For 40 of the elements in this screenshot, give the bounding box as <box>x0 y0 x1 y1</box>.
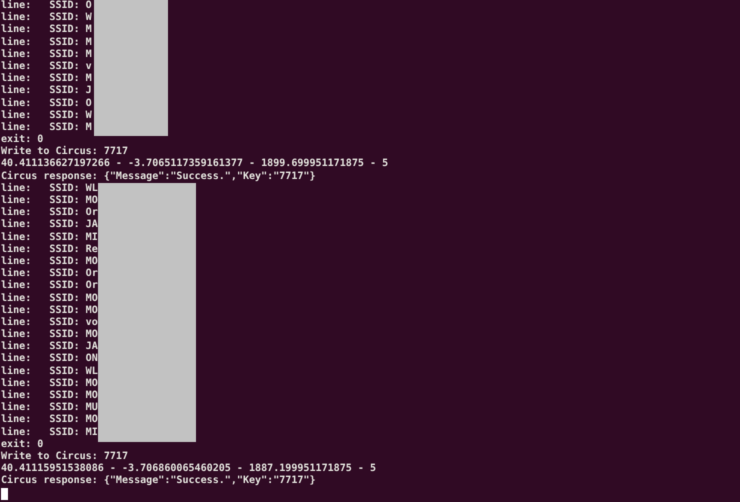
terminal-line: line: SSID: MO <box>1 195 99 206</box>
terminal-line: line: SSID: JA <box>1 341 99 352</box>
terminal-line: line: SSID: MO <box>1 304 99 316</box>
terminal-line: line: SSID: W <box>1 12 93 24</box>
terminal-line: line: SSID: Or <box>1 268 99 280</box>
terminal-line: line: SSID: ON <box>1 353 99 366</box>
terminal-line: line: SSID: MO <box>1 256 99 268</box>
terminal-line: line: SSID: WL <box>1 366 99 378</box>
terminal-line: 40.411136627197266 - -3.7065117359161377 - 1899.699951171875 - 5 <box>1 158 390 170</box>
terminal-line: Write to Circus: 7717 <box>1 146 130 158</box>
terminal-line: Circus response: {"Message":"Success.","Key":"7717"} <box>1 170 317 182</box>
terminal-line: line: SSID: v <box>1 60 93 72</box>
terminal-line: 40.41115951538086 - -3.706860065460205 - 1887.199951171875 - 5 <box>1 463 378 474</box>
terminal-line: line: SSID: O <box>1 98 93 110</box>
terminal-line: line: SSID: M <box>1 122 93 134</box>
terminal-line: line: SSID: MO <box>1 378 99 390</box>
terminal-line: line: SSID: WL <box>1 182 99 194</box>
terminal-line: line: SSID: JA <box>1 219 99 232</box>
terminal-line: line: SSID: Or <box>1 207 99 218</box>
terminal-line: Circus response: {"Message":"Success.","Key":"7717"} <box>1 475 317 488</box>
terminal-line: line: SSID: MI <box>1 426 99 438</box>
terminal-line: line: SSID: J <box>1 85 93 98</box>
terminal-line: line: SSID: M <box>1 73 93 84</box>
terminal-line: exit: 0 <box>1 438 44 450</box>
terminal-line: line: SSID: M <box>1 24 93 36</box>
terminal-line: line: SSID: M <box>1 36 93 48</box>
terminal-line: line: SSID: vo <box>1 316 99 328</box>
terminal-line: line: SSID: MU <box>1 402 99 414</box>
terminal-line: exit: 0 <box>1 134 44 146</box>
terminal-line: line: SSID: M <box>1 48 93 60</box>
terminal-line: line: SSID: O <box>1 0 93 12</box>
terminal-line: line: SSID: W <box>1 110 93 122</box>
terminal-line: Write to Circus: 7717 <box>1 450 130 464</box>
terminal-line: line: SSID: MO <box>1 292 99 304</box>
terminal-line: line: SSID: Or <box>1 280 99 292</box>
terminal-line: line: SSID: MI <box>1 232 99 244</box>
terminal-line: line: SSID: Re <box>1 244 99 256</box>
terminal-line: line: SSID: MO <box>1 329 99 340</box>
terminal-line: line: SSID: MO <box>1 414 99 426</box>
terminal-line: line: SSID: MO <box>1 390 99 402</box>
